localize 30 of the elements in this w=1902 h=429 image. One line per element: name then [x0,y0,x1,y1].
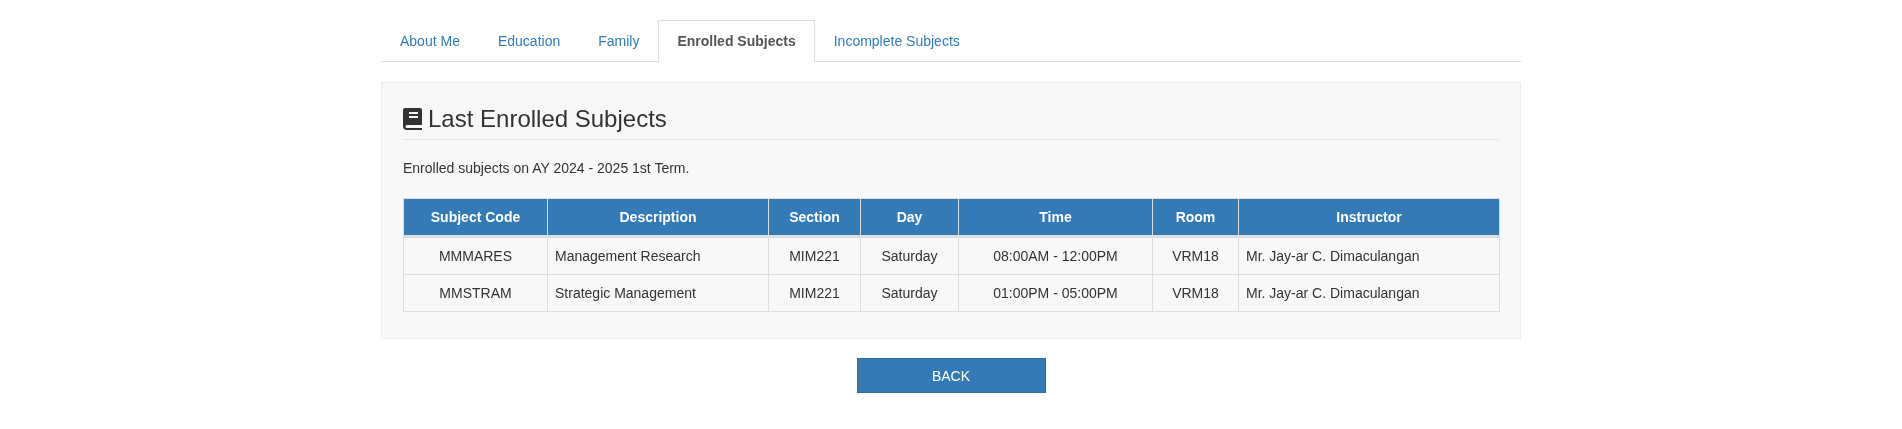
tab[interactable]: Incomplete Subjects [814,20,979,62]
column-header: Description [547,198,769,237]
table-cell: VRM18 [1152,274,1239,312]
table-cell: MMMARES [403,236,548,275]
table-cell: Saturday [860,236,959,275]
table-cell: Mr. Jay-ar C. Dimaculangan [1238,236,1500,275]
tab[interactable]: Enrolled Subjects [658,20,815,62]
tab[interactable]: Education [478,20,580,62]
column-header: Time [958,198,1153,237]
table-cell: Strategic Management [547,274,769,312]
back-button[interactable]: BACK [856,358,1046,393]
term-note: Enrolled subjects on AY 2024 - 2025 1st Term. [403,160,691,176]
column-header: Subject Code [403,198,548,237]
column-header: Room [1152,198,1239,237]
table-cell: MIM221 [768,274,861,312]
tab[interactable]: Family [579,20,659,62]
table-cell: MMSTRAM [403,274,548,312]
table-cell: VRM18 [1152,236,1239,275]
column-header: Instructor [1238,198,1500,237]
column-header: Section [768,198,861,237]
table-cell: 01:00PM - 05:00PM [958,274,1153,312]
table-cell: 08:00AM - 12:00PM [958,236,1153,275]
table-cell: Mr. Jay-ar C. Dimaculangan [1238,274,1500,312]
column-header: Day [860,198,959,237]
section-title: Last Enrolled Subjects [428,105,667,133]
table-cell: MIM221 [768,236,861,275]
table-cell: Saturday [860,274,959,312]
book-icon [403,108,422,130]
tab[interactable]: About Me [381,20,479,62]
table-cell: Management Research [547,236,769,275]
